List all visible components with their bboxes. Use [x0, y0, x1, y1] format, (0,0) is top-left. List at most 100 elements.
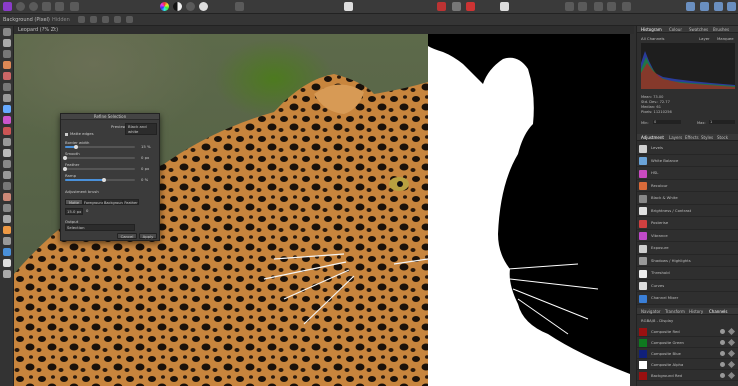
- adjustment-item[interactable]: Exposure: [637, 242, 738, 255]
- matte-edges-checkbox[interactable]: Matte edges: [65, 131, 94, 136]
- undo-icon[interactable]: [565, 2, 574, 11]
- edit-icon[interactable]: [727, 360, 736, 369]
- adjustment-item[interactable]: Black & White: [637, 192, 738, 205]
- adjustment-item[interactable]: Vibrance: [637, 230, 738, 242]
- preview-select[interactable]: Black and white: [125, 123, 157, 135]
- edit-icon[interactable]: [727, 349, 736, 358]
- border-width-slider[interactable]: [65, 145, 135, 149]
- border-width-knob[interactable]: [73, 145, 78, 149]
- flood-select-icon[interactable]: [3, 72, 11, 80]
- channel-select[interactable]: All Channels: [641, 36, 664, 41]
- tab-navigator[interactable]: Navigator: [641, 308, 661, 315]
- ramp-slider[interactable]: [65, 178, 135, 182]
- layer-option[interactable]: Layer: [699, 36, 710, 41]
- tab-stock[interactable]: Stock: [717, 134, 728, 141]
- move-tool-icon[interactable]: [3, 39, 11, 47]
- eye-icon[interactable]: [720, 373, 725, 378]
- gradient-tool-icon[interactable]: [3, 160, 11, 168]
- view-icon[interactable]: [714, 2, 723, 11]
- eye-icon[interactable]: [720, 351, 725, 356]
- white-balance-icon[interactable]: [199, 2, 208, 11]
- document-tab[interactable]: Leopard (?% Zt): [14, 26, 634, 34]
- levels-icon[interactable]: [173, 2, 182, 11]
- ramp-knob[interactable]: [101, 178, 106, 182]
- colour-picker-icon[interactable]: [466, 2, 475, 11]
- view-tool-icon[interactable]: [3, 28, 11, 36]
- smooth-value[interactable]: 0 px: [141, 155, 149, 160]
- selection-brush-icon[interactable]: [3, 61, 11, 69]
- photo-persona-icon[interactable]: [16, 2, 25, 11]
- brightness-icon[interactable]: [235, 2, 244, 11]
- brush-size-field[interactable]: 15.0 px: [65, 208, 83, 215]
- redo-icon[interactable]: [578, 2, 587, 11]
- ctx-option-2-icon[interactable]: [90, 16, 97, 23]
- selection-mode-icon[interactable]: [344, 2, 353, 11]
- adjustment-item[interactable]: Levels: [637, 142, 738, 155]
- colour-wheel-icon[interactable]: [160, 2, 169, 11]
- erase-brush-icon[interactable]: [3, 138, 11, 146]
- colour-picker-tool-icon[interactable]: [3, 105, 11, 113]
- edit-icon[interactable]: [727, 327, 736, 336]
- adjustment-item[interactable]: HSL: [637, 167, 738, 180]
- channel-row[interactable]: Background Red: [637, 370, 738, 381]
- app-logo-icon[interactable]: [3, 2, 12, 11]
- tab-swatches[interactable]: Swatches: [689, 26, 708, 33]
- pixel-tool-icon[interactable]: [3, 127, 11, 135]
- eye-icon[interactable]: [720, 329, 725, 334]
- node-tool-icon[interactable]: [3, 237, 11, 245]
- adjustment-item[interactable]: Threshold: [637, 267, 738, 280]
- tab-layers[interactable]: Layers: [669, 134, 682, 141]
- feather-slider[interactable]: [63, 167, 135, 171]
- develop-persona-icon[interactable]: [42, 2, 51, 11]
- tab-colour[interactable]: Colour: [669, 26, 682, 33]
- marquee-tool-icon[interactable]: [3, 83, 11, 91]
- align-icon[interactable]: [607, 2, 616, 11]
- brush-mode-foreground[interactable]: Foreground: [83, 199, 104, 205]
- zoom-tool-icon[interactable]: [3, 270, 11, 278]
- output-select[interactable]: Selection: [65, 224, 135, 231]
- brush-mode-feather[interactable]: Feather: [123, 199, 139, 205]
- adjustment-item[interactable]: Channel Mixer: [637, 292, 738, 305]
- ctx-option-4-icon[interactable]: [114, 16, 121, 23]
- hidden-label[interactable]: Hidden: [52, 14, 70, 26]
- adjustment-item[interactable]: Recolour: [637, 180, 738, 192]
- tab-adjustment[interactable]: Adjustment: [641, 134, 664, 141]
- tab-history[interactable]: History: [689, 308, 703, 315]
- edit-icon[interactable]: [727, 371, 736, 380]
- tab-transform[interactable]: Transform: [665, 308, 685, 315]
- brush-mode-background[interactable]: Background: [103, 199, 125, 205]
- shape-tool-icon[interactable]: [3, 248, 11, 256]
- adjustment-item[interactable]: White Balance: [637, 155, 738, 167]
- red-eye-tool-icon[interactable]: [3, 215, 11, 223]
- ramp-value[interactable]: 0 %: [141, 177, 148, 182]
- brush-size-extra[interactable]: 0: [86, 208, 88, 213]
- brush-mode-matte[interactable]: Matte: [65, 199, 83, 205]
- cancel-button[interactable]: Cancel: [117, 233, 137, 239]
- blemish-tool-icon[interactable]: [3, 204, 11, 212]
- ctx-option-1-icon[interactable]: [78, 16, 85, 23]
- tab-histogram[interactable]: Histogram: [641, 26, 662, 33]
- apply-button[interactable]: Apply: [139, 233, 157, 239]
- help-icon[interactable]: [727, 2, 736, 11]
- liquify-persona-icon[interactable]: [29, 2, 38, 11]
- brush-mode-icon[interactable]: [500, 2, 509, 11]
- tone-map-persona-icon[interactable]: [55, 2, 64, 11]
- healing-brush-icon[interactable]: [3, 193, 11, 201]
- arrange-icon[interactable]: [594, 2, 603, 11]
- hsl-icon[interactable]: [186, 2, 195, 11]
- feather-knob[interactable]: [63, 167, 67, 171]
- smooth-knob[interactable]: [63, 156, 67, 160]
- eye-icon[interactable]: [720, 340, 725, 345]
- assistant-icon[interactable]: [686, 2, 695, 11]
- border-width-value[interactable]: 15 %: [141, 144, 151, 149]
- pen-tool-icon[interactable]: [3, 226, 11, 234]
- tab-effects[interactable]: Effects: [685, 134, 699, 141]
- adjustment-item[interactable]: Curves: [637, 280, 738, 292]
- adjustment-item[interactable]: Brightness / Contrast: [637, 205, 738, 217]
- smooth-slider[interactable]: [63, 156, 135, 160]
- edit-icon[interactable]: [727, 338, 736, 347]
- layer-persona-label[interactable]: Background (Pixel): [3, 14, 50, 26]
- channel-row[interactable]: Composite Alpha: [637, 359, 738, 370]
- freehand-select-icon[interactable]: [3, 94, 11, 102]
- marquee-option[interactable]: Marquee: [717, 36, 734, 41]
